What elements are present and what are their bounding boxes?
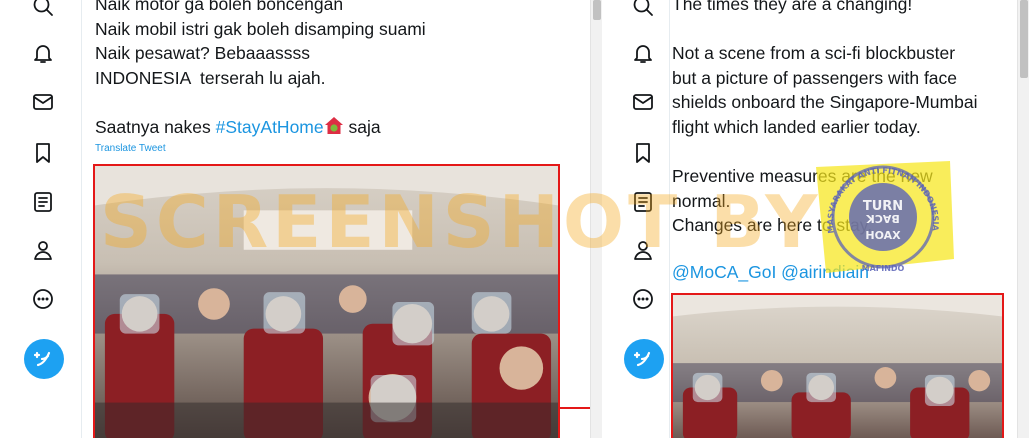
search-icon[interactable]: [631, 0, 655, 18]
tweet-line: flight which landed earlier today.: [672, 116, 921, 137]
search-icon[interactable]: [31, 0, 55, 18]
compose-icon[interactable]: [624, 339, 664, 379]
tweet-line: Not a scene from a sci-fi blockbuster: [672, 43, 956, 64]
hashtag-link[interactable]: #StayAtHome: [216, 117, 324, 137]
tweet-line: INDONESIA terserah lu ajah.: [95, 67, 326, 88]
mail-icon[interactable]: [31, 90, 55, 114]
left-tweet-body: Naik motor ga boleh boncengan Naik mobil…: [95, 0, 426, 140]
tweet-line-end: saja: [343, 116, 381, 137]
right-tweet-photo[interactable]: [671, 293, 1004, 438]
list-icon[interactable]: [31, 190, 55, 214]
tweet-line: Naik pesawat? Bebaaassss: [95, 43, 310, 64]
screenshot-watermark: SCREENSHOT BY: [100, 180, 822, 264]
badge-turn-text: TURN: [863, 199, 903, 214]
badge-hoax-text: HOAX: [865, 229, 901, 242]
bell-icon[interactable]: [631, 41, 655, 65]
bookmark-icon[interactable]: [631, 141, 655, 165]
bell-icon[interactable]: [31, 41, 55, 65]
bookmark-icon[interactable]: [31, 141, 55, 165]
mail-icon[interactable]: [631, 90, 655, 114]
house-emoji-icon: [324, 116, 343, 134]
compose-icon[interactable]: [24, 339, 64, 379]
tweet-line: Naik mobil istri gak boleh disamping sua…: [95, 18, 426, 39]
badge-back-text: BACK: [866, 212, 900, 225]
translate-tweet-link[interactable]: Translate Tweet: [95, 143, 166, 154]
tweet-line: Naik motor ga boleh boncengan: [95, 0, 344, 14]
cabin-photo-right: [673, 295, 1002, 438]
left-sidebar-nav: [0, 0, 82, 438]
right-scrollbar[interactable]: [1017, 0, 1029, 438]
turnbackhoax-badge: MASYARAKAT ANTI FITNAH INDONESIA MAFINDO…: [808, 155, 958, 280]
profile-icon[interactable]: [31, 238, 55, 262]
more-icon[interactable]: [631, 287, 655, 311]
badge-bottom-text: MAFINDO: [862, 264, 905, 273]
scrollbar-thumb[interactable]: [593, 0, 601, 20]
scrollbar-thumb[interactable]: [1020, 0, 1028, 78]
tweet-line: but a picture of passengers with face: [672, 67, 958, 88]
more-icon[interactable]: [31, 287, 55, 311]
tweet-line: Saatnya nakes: [95, 116, 216, 137]
badge-seal-icon: MASYARAKAT ANTI FITNAH INDONESIA MAFINDO…: [816, 161, 954, 273]
tweet-line: shields onboard the Singapore-Mumbai: [672, 92, 978, 113]
tweet-line: The times they are a changing!: [672, 0, 913, 14]
